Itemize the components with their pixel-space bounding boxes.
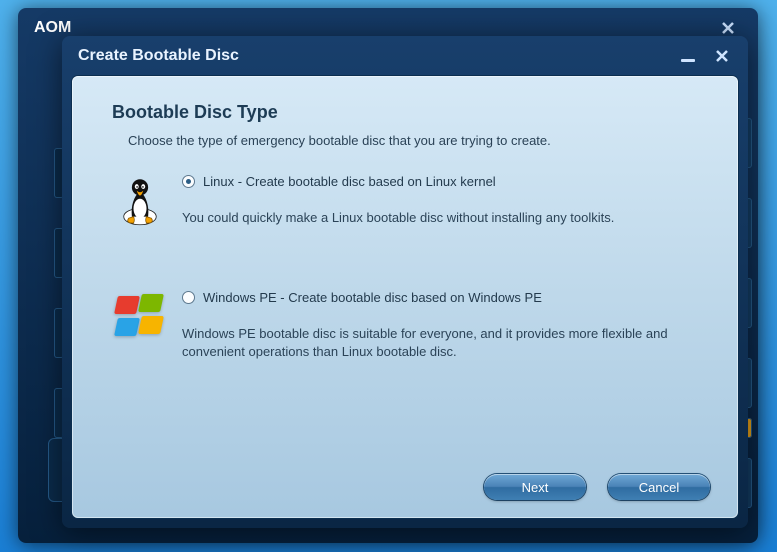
dialog-close-button[interactable]	[712, 46, 732, 66]
option-winpe-row[interactable]: Windows PE - Create bootable disc based …	[182, 290, 704, 305]
app-title: AOM	[34, 19, 71, 37]
cancel-button[interactable]: Cancel	[608, 474, 710, 500]
radio-winpe[interactable]	[182, 291, 195, 304]
option-linux-content: Linux - Create bootable disc based on Li…	[182, 174, 704, 227]
cancel-button-label: Cancel	[639, 480, 679, 495]
dialog-title: Create Bootable Disc	[78, 47, 239, 65]
minimize-icon	[681, 59, 695, 62]
option-linux-label: Linux - Create bootable disc based on Li…	[203, 174, 496, 189]
option-linux-row[interactable]: Linux - Create bootable disc based on Li…	[182, 174, 704, 189]
dialog-body: Bootable Disc Type Choose the type of em…	[72, 76, 738, 518]
close-icon	[715, 49, 729, 63]
page-subtext: Choose the type of emergency bootable di…	[128, 133, 704, 148]
radio-linux[interactable]	[182, 175, 195, 188]
next-button[interactable]: Next	[484, 474, 586, 500]
option-linux-description: You could quickly make a Linux bootable …	[182, 209, 704, 227]
page-heading: Bootable Disc Type	[112, 102, 704, 123]
tux-icon	[112, 174, 168, 230]
option-winpe: Windows PE - Create bootable disc based …	[112, 290, 704, 360]
close-icon	[721, 21, 735, 35]
minimize-button[interactable]	[678, 46, 698, 66]
option-winpe-content: Windows PE - Create bootable disc based …	[182, 290, 704, 360]
dialog-button-row: Next Cancel	[484, 474, 710, 500]
dialog-titlebar[interactable]: Create Bootable Disc	[62, 36, 748, 76]
option-linux: Linux - Create bootable disc based on Li…	[112, 174, 704, 230]
next-button-label: Next	[522, 480, 549, 495]
windows-logo-icon	[112, 290, 168, 346]
option-winpe-label: Windows PE - Create bootable disc based …	[203, 290, 542, 305]
dialog-window-controls	[678, 46, 732, 66]
option-winpe-description: Windows PE bootable disc is suitable for…	[182, 325, 704, 360]
create-bootable-disc-dialog: Create Bootable Disc Bootable Disc Type …	[62, 36, 748, 528]
